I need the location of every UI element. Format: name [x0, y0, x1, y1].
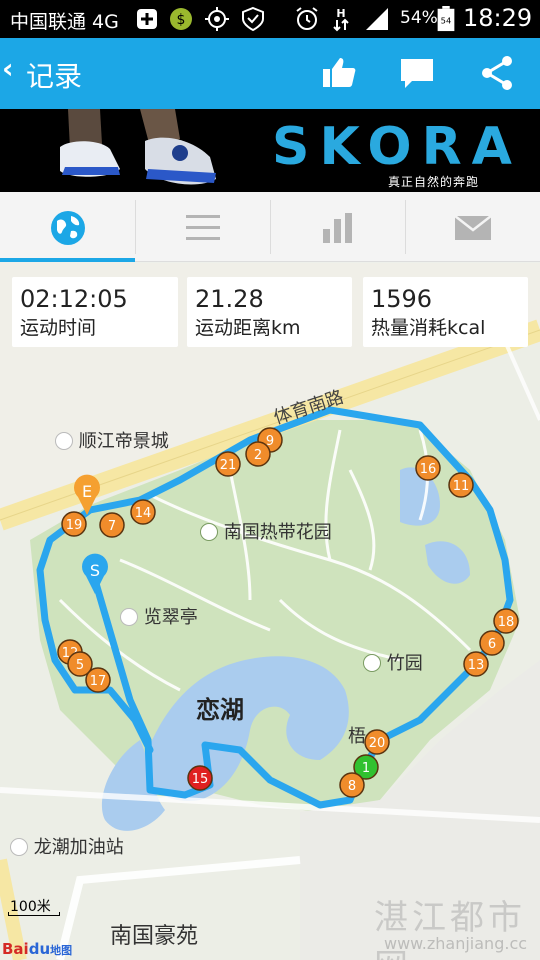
battery-icon: 54 — [437, 6, 455, 32]
tab-bar — [0, 192, 540, 262]
map-scale-bar — [8, 912, 60, 916]
thumbs-up-icon[interactable] — [320, 54, 358, 92]
plus-notification-icon — [137, 9, 157, 29]
poi-gas-station[interactable]: 龙潮加油站 — [10, 833, 124, 859]
building-icon — [55, 432, 73, 450]
poi-lancui-pavilion[interactable]: 览翠亭 — [120, 603, 198, 629]
svg-text:$: $ — [177, 12, 186, 28]
stat-card-calories: 1596 热量消耗kcal — [363, 277, 528, 347]
battery-percent: 54% — [400, 8, 438, 28]
stat-label: 运动距离km — [195, 317, 301, 339]
carrier-label: 中国联通 4G — [10, 11, 119, 33]
ad-banner[interactable]: SKORA 真正自然的奔跑 — [0, 109, 540, 192]
poi-tropical-garden[interactable]: 南国热带花园 — [200, 518, 332, 544]
stat-value: 02:12:05 — [20, 285, 128, 313]
poi-shunjiang[interactable]: 顺江帝景城 — [55, 427, 169, 453]
svg-text:54: 54 — [441, 16, 452, 26]
poi-lian-lake[interactable]: 恋湖 — [196, 690, 244, 725]
park-icon — [363, 654, 381, 672]
app-screen: { "status_bar": { "carrier": "中国联通 4G", … — [0, 0, 540, 960]
chevron-left-icon[interactable]: ‹ — [2, 52, 14, 85]
shield-icon — [242, 6, 264, 32]
signal-icon — [366, 8, 388, 30]
app-notification-icon: $ — [170, 8, 192, 30]
tab-map[interactable] — [0, 192, 135, 262]
clock: 18:29 — [463, 4, 533, 32]
page-title[interactable]: 记录 — [26, 55, 82, 95]
share-icon[interactable] — [478, 54, 516, 92]
gas-station-icon — [10, 838, 28, 856]
svg-text:H: H — [336, 7, 345, 20]
tab-chart[interactable] — [270, 192, 405, 262]
status-bar: 中国联通 4G $ H 54% 54 18:29 — [0, 0, 540, 38]
data-transfer-icon: H — [333, 7, 349, 32]
mail-icon — [454, 215, 492, 240]
stat-label: 运动时间 — [20, 317, 97, 339]
stat-card-distance: 21.28 运动距离km — [187, 277, 352, 347]
stat-label: 热量消耗kcal — [371, 317, 486, 339]
list-icon — [186, 215, 220, 240]
map-provider-logo: Baidu地图 — [2, 940, 73, 958]
bar-chart-icon — [323, 213, 352, 243]
tab-message[interactable] — [405, 192, 540, 262]
brand-logo: SKORA — [272, 117, 522, 177]
running-shoes-image — [60, 109, 216, 185]
poi-partial-label: 梧 — [348, 726, 366, 747]
tab-list[interactable] — [135, 192, 270, 262]
chat-icon[interactable] — [398, 54, 436, 92]
stat-value: 21.28 — [195, 285, 264, 313]
gps-icon — [205, 7, 229, 31]
pavilion-icon — [120, 608, 138, 626]
watermark-url: www.zhanjiang.cc — [384, 934, 528, 953]
poi-bamboo-garden[interactable]: 竹园 — [363, 649, 423, 675]
poi-nanguo-haoyuan[interactable]: 南国豪苑 — [110, 918, 198, 950]
stat-value: 1596 — [371, 285, 433, 313]
action-bar: ‹ 记录 — [0, 38, 540, 109]
banner-slogan: 真正自然的奔跑 — [388, 175, 480, 189]
globe-icon — [51, 211, 85, 245]
alarm-icon — [296, 7, 318, 30]
park-icon — [200, 523, 218, 541]
stat-card-duration: 02:12:05 运动时间 — [12, 277, 178, 347]
